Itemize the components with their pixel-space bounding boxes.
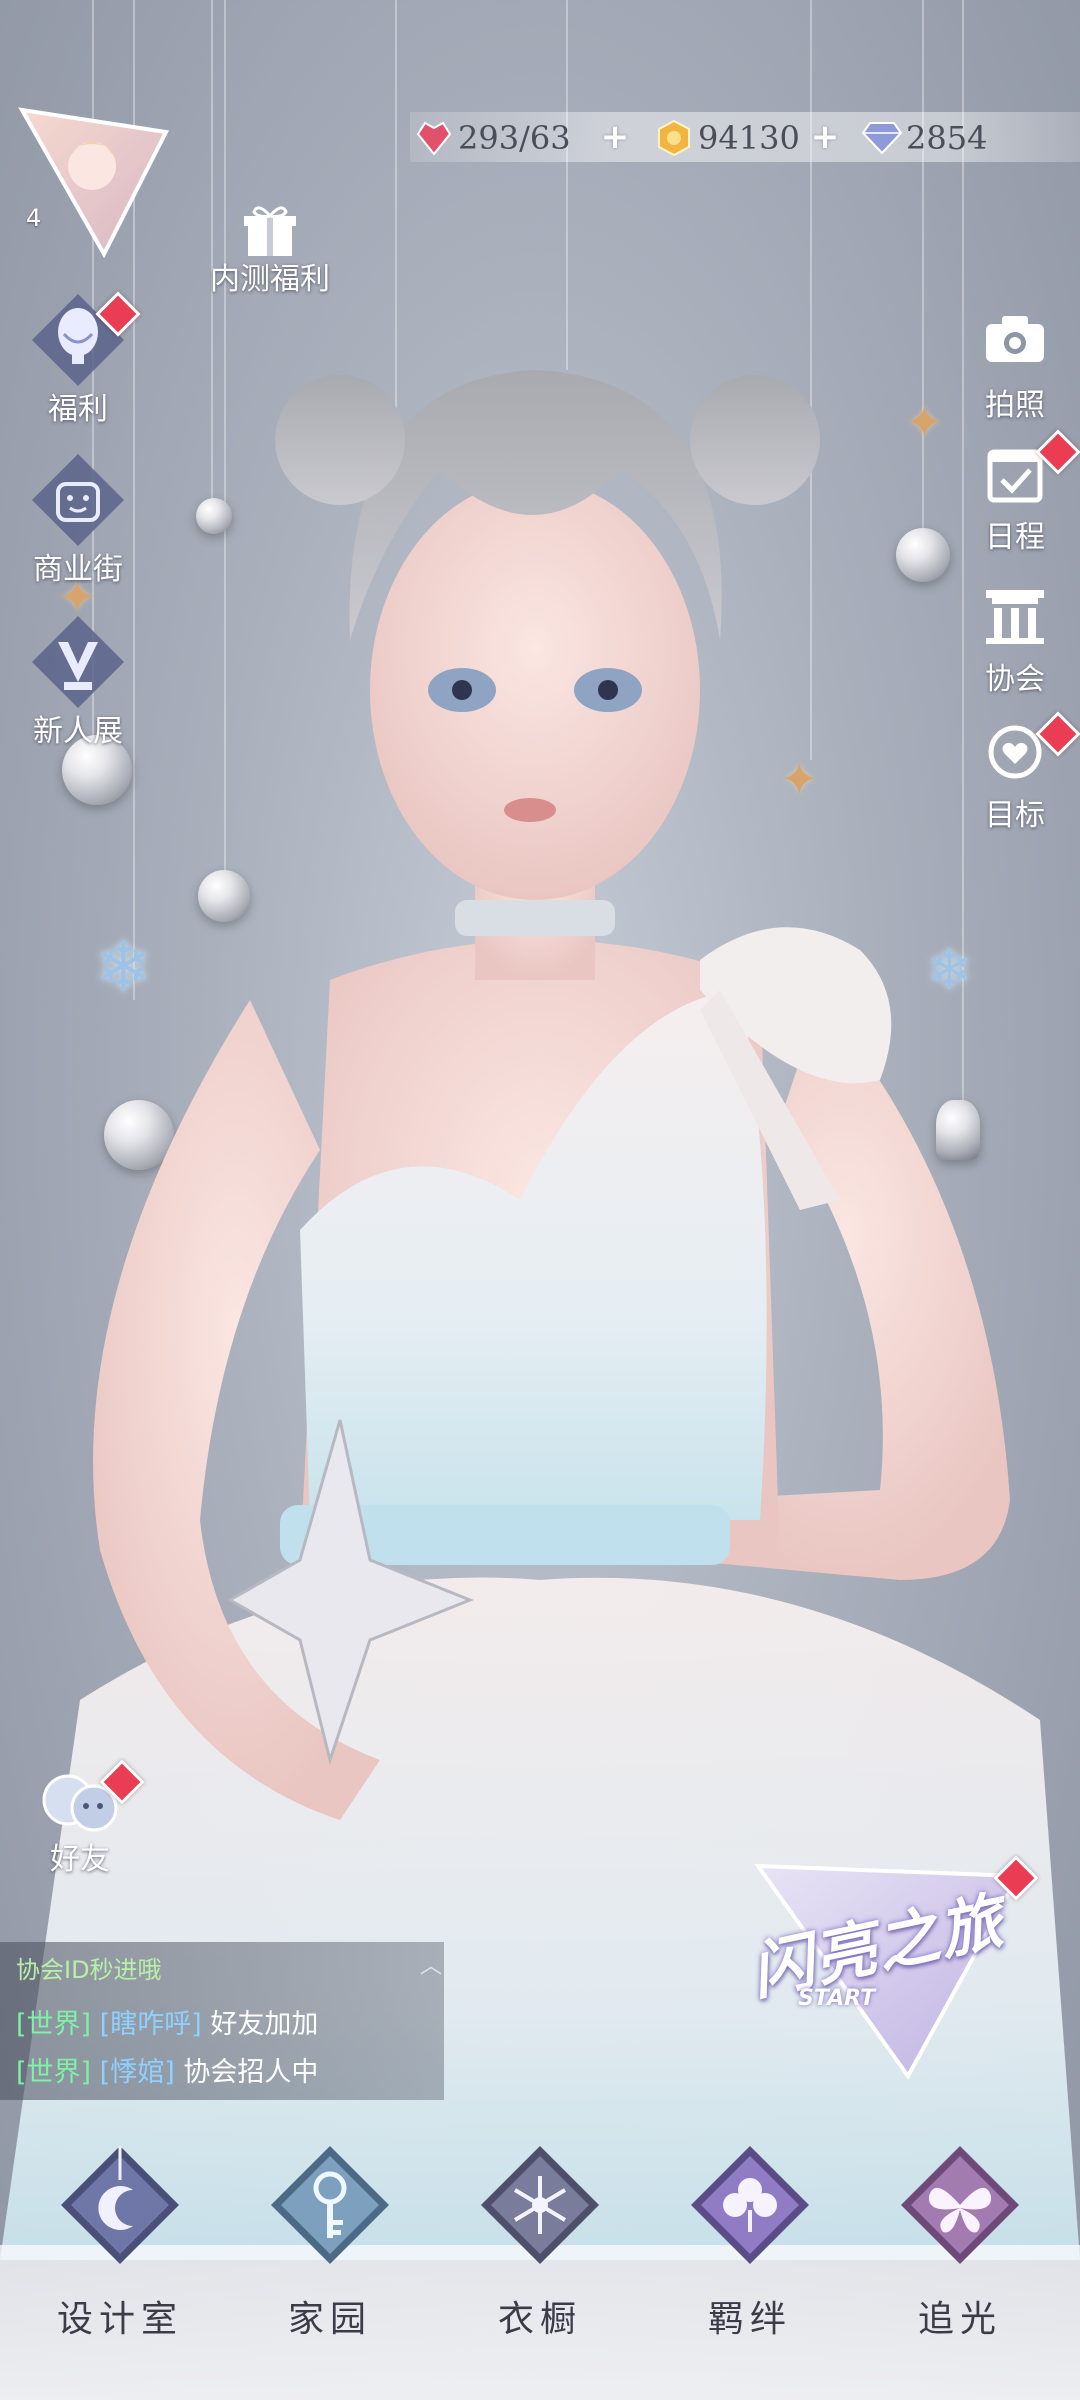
- nav-design-studio[interactable]: 设计室: [40, 2140, 200, 2342]
- newcomer-exhibition-button[interactable]: 新人展: [8, 612, 148, 750]
- shopping-bag-icon: [28, 450, 128, 550]
- diamond-counter: 2854: [862, 116, 987, 160]
- chat-text: 好友加加: [210, 2009, 319, 2040]
- player-avatar[interactable]: [14, 104, 174, 264]
- beta-gift-label: 内测福利: [210, 262, 330, 297]
- shopping-street-button[interactable]: 商业街: [8, 450, 148, 588]
- welfare-button[interactable]: 福利: [8, 290, 148, 428]
- chat-channel: [世界]: [16, 2057, 92, 2088]
- welfare-label: 福利: [48, 392, 108, 427]
- schedule-button[interactable]: 日程: [960, 429, 1080, 556]
- heart-gem-icon: [414, 118, 454, 158]
- clover-icon: [685, 2140, 815, 2270]
- nav-chase-light[interactable]: 追光: [880, 2140, 1040, 2342]
- nav-design-studio-label: 设计室: [56, 2299, 183, 2340]
- add-stamina-button[interactable]: +: [598, 120, 632, 154]
- gold-counter: 94130: [654, 116, 800, 160]
- camera-icon: [980, 308, 1050, 378]
- shining-journey-event-button[interactable]: 闪亮之旅 START: [738, 1855, 1039, 2086]
- chat-message: [世界] [瞎咋呼] 好友加加: [16, 2002, 318, 2041]
- guild-button[interactable]: 协会: [960, 582, 1070, 698]
- stamina-counter: 293/63: [414, 116, 571, 160]
- crystal-snowflake-icon: [475, 2140, 605, 2270]
- diamond-icon: [862, 118, 902, 158]
- guild-hall-icon: [980, 582, 1050, 652]
- newcomer-exhibition-label: 新人展: [33, 714, 123, 749]
- nav-bonds-label: 羁绊: [707, 2299, 792, 2340]
- beta-gift-button[interactable]: 内测福利: [200, 200, 340, 298]
- trophy-v-icon: [28, 612, 128, 712]
- nav-home[interactable]: 家园: [250, 2140, 410, 2342]
- nav-bonds[interactable]: 羁绊: [670, 2140, 830, 2342]
- shopping-street-label: 商业街: [33, 552, 123, 587]
- key-icon: [265, 2140, 395, 2270]
- add-gold-button[interactable]: +: [808, 120, 842, 154]
- schedule-label: 日程: [985, 520, 1045, 555]
- friends-button[interactable]: 好友: [10, 1759, 150, 1878]
- gold-value: 94130: [698, 119, 800, 157]
- guild-label: 协会: [985, 662, 1045, 697]
- chevron-up-icon[interactable]: ︿: [420, 1948, 442, 1980]
- nav-chase-light-label: 追光: [917, 2299, 1002, 2340]
- chat-username[interactable]: [瞎咋呼]: [100, 2009, 202, 2040]
- moon-pendant-icon: [55, 2140, 185, 2270]
- gift-box-icon: [240, 200, 300, 260]
- chat-channel: [世界]: [16, 2009, 92, 2040]
- chat-text: 协会招人中: [183, 2057, 319, 2088]
- nav-wardrobe[interactable]: 衣橱: [460, 2140, 620, 2342]
- chat-username[interactable]: [悸婠]: [100, 2057, 175, 2088]
- stamina-value: 293/63: [458, 119, 571, 157]
- gold-coin-icon: [654, 118, 694, 158]
- chat-guild-line: 协会ID秒进哦: [16, 1956, 162, 1984]
- goals-button[interactable]: 目标: [960, 711, 1080, 834]
- goals-label: 目标: [985, 798, 1045, 833]
- nav-wardrobe-label: 衣橱: [497, 2299, 582, 2340]
- diamond-value: 2854: [906, 119, 988, 157]
- player-level: 4: [26, 204, 42, 232]
- nav-home-label: 家园: [287, 2299, 372, 2340]
- event-subtitle: START: [798, 1986, 876, 2011]
- friends-label: 好友: [50, 1842, 110, 1877]
- photo-button[interactable]: 拍照: [960, 308, 1070, 424]
- chat-message: [世界] [悸婠] 协会招人中: [16, 2050, 318, 2089]
- butterfly-icon: [895, 2140, 1025, 2270]
- photo-label: 拍照: [985, 388, 1045, 423]
